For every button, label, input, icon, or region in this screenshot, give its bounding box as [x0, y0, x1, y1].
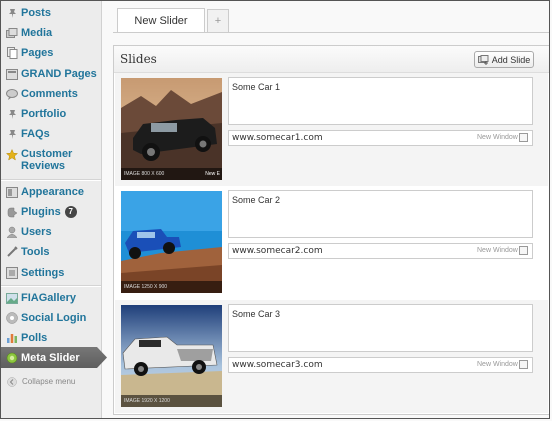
slide-row: IMAGE 1250 X 900 Some Car 2 www.somecar2… — [115, 186, 548, 299]
grand-pages-icon — [6, 68, 18, 80]
add-slide-button[interactable]: Add Slide — [474, 51, 534, 68]
menu-label-polls: Polls — [21, 332, 48, 344]
menu-item-meta-slider[interactable]: Meta Slider — [1, 347, 107, 368]
menu-label-appearance: Appearance — [21, 186, 84, 198]
menu-item-faqs[interactable]: FAQs — [1, 124, 101, 144]
menu-label-users: Users — [21, 226, 52, 238]
menu-label-customer-reviews: Customer Reviews — [21, 148, 72, 172]
menu-label-comments: Comments — [21, 88, 78, 100]
menu-label-grand-pages: GRAND Pages — [21, 68, 97, 80]
slide-caption-textarea[interactable]: Some Car 3 — [228, 304, 533, 352]
menu-separator-highlight — [1, 286, 101, 287]
slide-caption-textarea[interactable]: Some Car 2 — [228, 190, 533, 238]
menu-label-posts: Posts — [21, 7, 51, 19]
image-size-label: IMAGE 800 X 600 — [124, 171, 165, 177]
wp-admin-window: Posts Media Pages GRAND Pages Comments P… — [0, 0, 550, 419]
image-overlay-text: New E — [205, 171, 220, 177]
collapse-menu-button[interactable]: Collapse menu — [1, 374, 101, 388]
menu-label-tools: Tools — [21, 246, 50, 258]
menu-separator-highlight — [1, 180, 101, 181]
comment-icon — [6, 88, 18, 100]
slide-caption-textarea[interactable]: Some Car 1 — [228, 77, 533, 125]
menu-label-portfolio: Portfolio — [21, 108, 67, 120]
menu-label-faqs: FAQs — [21, 128, 50, 140]
tab-baseline — [113, 32, 549, 33]
slide-row: IMAGE 1920 X 1200 Some Car 3 www.somecar… — [115, 300, 548, 413]
menu-label-reviews: Reviews — [21, 160, 66, 172]
menu-item-pages[interactable]: Pages — [1, 43, 101, 63]
menu-label-settings: Settings — [21, 267, 65, 279]
new-window-label: New Window — [477, 134, 518, 141]
image-size-caption: IMAGE 1250 X 900 — [121, 281, 222, 293]
media-icon — [6, 27, 18, 39]
plugin-icon — [6, 206, 18, 218]
menu-label-plugins: Plugins — [21, 206, 61, 218]
menu-label-pages: Pages — [21, 47, 54, 59]
new-window-checkbox[interactable] — [519, 246, 528, 255]
plugin-update-count-badge: 7 — [64, 206, 77, 218]
collapse-arrow-icon — [7, 376, 17, 387]
menu-item-fiagallery[interactable]: FIAGallery — [1, 288, 101, 308]
menu-item-media[interactable]: Media — [1, 23, 101, 43]
star-icon — [6, 149, 18, 161]
image-size-caption: IMAGE 800 X 600 New E — [121, 168, 222, 180]
new-window-checkbox[interactable] — [519, 360, 528, 369]
image-size-caption: IMAGE 1920 X 1200 — [121, 395, 222, 407]
slide-thumbnail[interactable]: IMAGE 800 X 600 New E — [121, 78, 222, 180]
menu-item-portfolio[interactable]: Portfolio — [1, 104, 101, 124]
slide-thumbnail[interactable]: IMAGE 1920 X 1200 — [121, 305, 222, 407]
menu-label-social-login: Social Login — [21, 312, 87, 324]
gallery-icon — [6, 292, 18, 304]
menu-label-meta-slider: Meta Slider — [21, 351, 80, 364]
image-size-label: IMAGE 1920 X 1200 — [124, 398, 170, 404]
pushpin-icon — [6, 128, 18, 140]
menu-label-customer: Customer — [21, 148, 73, 160]
pushpin-icon — [6, 7, 18, 19]
new-window-label: New Window — [477, 361, 518, 368]
image-size-label: IMAGE 1250 X 900 — [124, 284, 168, 290]
tab-new-slider[interactable]: New Slider — [117, 8, 205, 32]
polls-icon — [6, 332, 18, 344]
add-slider-tab[interactable]: + — [207, 9, 229, 32]
collapse-menu-label: Collapse menu — [22, 376, 76, 386]
menu-item-customer-reviews[interactable]: Customer Reviews — [1, 146, 101, 176]
menu-item-tools[interactable]: Tools — [1, 242, 101, 262]
slide-row: IMAGE 800 X 600 New E Some Car 1 www.som… — [115, 73, 548, 186]
admin-sidebar: Posts Media Pages GRAND Pages Comments P… — [1, 1, 107, 418]
menu-item-grand-pages[interactable]: GRAND Pages — [1, 64, 101, 84]
social-icon — [6, 312, 18, 324]
pushpin-icon — [6, 108, 18, 120]
slides-panel-title: Slides — [120, 52, 157, 66]
settings-icon — [6, 267, 18, 279]
new-window-label: New Window — [477, 247, 518, 254]
menu-item-appearance[interactable]: Appearance — [1, 182, 101, 202]
tools-icon — [6, 246, 18, 258]
add-slide-label: Add Slide — [491, 54, 531, 65]
add-image-icon — [477, 54, 489, 65]
menu-label-fiagallery: FIAGallery — [21, 292, 77, 304]
pages-icon — [6, 47, 18, 59]
menu-item-social-login[interactable]: Social Login — [1, 308, 101, 328]
users-icon — [6, 226, 18, 238]
slides-panel-header: Slides Add Slide — [114, 46, 549, 73]
menu-item-posts[interactable]: Posts — [1, 3, 101, 23]
menu-item-settings[interactable]: Settings — [1, 263, 101, 283]
new-window-checkbox[interactable] — [519, 133, 528, 142]
slides-panel: Slides Add Slide IMAGE 800 X 600 New E S… — [113, 45, 549, 415]
appearance-icon — [6, 186, 18, 198]
slide-thumbnail[interactable]: IMAGE 1250 X 900 — [121, 191, 222, 293]
menu-item-users[interactable]: Users — [1, 222, 101, 242]
menu-label-media: Media — [21, 27, 53, 39]
meta-slider-icon — [6, 352, 18, 364]
menu-item-polls[interactable]: Polls — [1, 328, 101, 348]
menu-item-plugins[interactable]: Plugins 7 — [1, 202, 101, 222]
menu-item-comments[interactable]: Comments — [1, 84, 101, 104]
